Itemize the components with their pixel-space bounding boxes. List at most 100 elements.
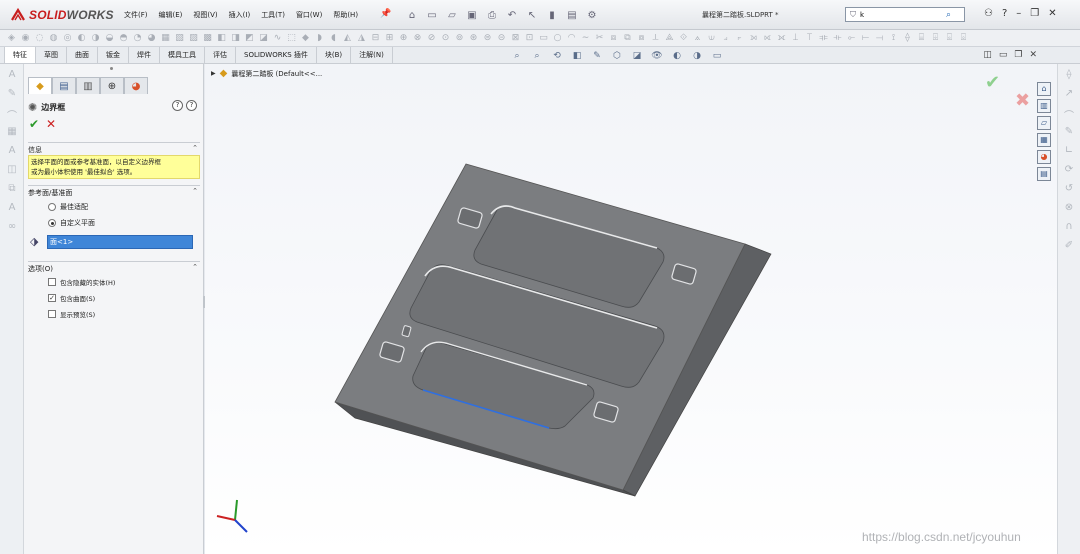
parting-line-icon[interactable]: ⟛ xyxy=(832,33,843,44)
draft-icon[interactable]: ▨ xyxy=(188,33,199,44)
rectangle-icon[interactable]: ▭ xyxy=(538,33,549,44)
view-palette-icon[interactable]: ▦ xyxy=(1037,133,1051,147)
thickness-icon[interactable]: ⟜ xyxy=(846,33,857,44)
tab-mold-tools[interactable]: 模具工具 xyxy=(160,47,205,63)
draft-analysis-icon[interactable]: ⟙ xyxy=(804,33,815,44)
minimize-icon[interactable]: – xyxy=(1016,8,1021,19)
combine-icon[interactable]: ⊕ xyxy=(398,33,409,44)
loft-cut-icon[interactable]: ◔ xyxy=(132,33,143,44)
geometry-analysis-icon[interactable]: ⟟ xyxy=(888,33,899,44)
restore-icon[interactable]: ❐ xyxy=(1030,8,1039,19)
menu-edit[interactable]: 编辑(E) xyxy=(159,10,183,20)
freeform-icon[interactable]: ⊛ xyxy=(468,33,479,44)
whats-wrong-icon[interactable]: ? xyxy=(172,100,183,111)
rail-table-icon[interactable]: ▦ xyxy=(5,126,19,140)
display-states-icon[interactable]: ⌺ xyxy=(944,33,955,44)
apply-scene-icon[interactable]: ◑ xyxy=(690,50,704,62)
fillet-icon[interactable]: ◕ xyxy=(146,33,157,44)
chamfer-icon[interactable]: ◆ xyxy=(300,33,311,44)
right-rail-icon-4[interactable]: ✎ xyxy=(1062,126,1076,140)
panel-grip-icon[interactable] xyxy=(110,67,113,70)
photoview-icon[interactable]: ⌻ xyxy=(958,33,969,44)
viewport-restore-icon[interactable]: ❐ xyxy=(1014,50,1022,60)
viewport-minimize-icon[interactable]: ▭ xyxy=(999,50,1008,60)
reference-section-header[interactable]: 参考面/基准面 ⌃ xyxy=(28,185,200,197)
trim-icon[interactable]: ✂ xyxy=(594,33,605,44)
circle-icon[interactable]: ○ xyxy=(552,33,563,44)
display-delete-icon[interactable]: ⟒ xyxy=(706,33,717,44)
design-library-icon[interactable]: ▥ xyxy=(1037,99,1051,113)
options-gear-icon[interactable]: ⚙ xyxy=(584,7,600,23)
include-surfaces-checkbox[interactable]: ✓ 包含曲面(S) xyxy=(48,293,95,303)
menu-tools[interactable]: 工具(T) xyxy=(261,10,285,20)
select-icon[interactable]: ↖ xyxy=(524,7,540,23)
file-explorer-icon[interactable]: ▱ xyxy=(1037,116,1051,130)
tab-annotations[interactable]: 注解(N) xyxy=(351,47,393,63)
cancel-button[interactable]: ✕ xyxy=(46,117,56,131)
view-orientation-icon[interactable]: ⬡ xyxy=(610,50,624,62)
print-icon[interactable]: ⎙ xyxy=(484,7,500,23)
menu-view[interactable]: 视图(V) xyxy=(193,10,217,20)
options-section-header[interactable]: 选项(O) ⌃ xyxy=(28,261,200,273)
appearances-icon[interactable]: ◕ xyxy=(1037,150,1051,164)
custom-properties-icon[interactable]: ▤ xyxy=(1037,167,1051,181)
instant3d-icon[interactable]: ⬚ xyxy=(286,33,297,44)
mass-properties-icon[interactable]: ⟔ xyxy=(734,33,745,44)
curves-icon[interactable]: ∿ xyxy=(272,33,283,44)
import-diagnostics-icon[interactable]: ⟠ xyxy=(902,33,913,44)
undercut-icon[interactable]: ⟚ xyxy=(818,33,829,44)
close-icon[interactable]: ✕ xyxy=(1048,8,1056,19)
rib-icon[interactable]: ▧ xyxy=(174,33,185,44)
pin-icon[interactable]: 📌 xyxy=(380,9,391,19)
previous-view-icon[interactable]: ⟲ xyxy=(550,50,564,62)
measure-icon[interactable]: ⟓ xyxy=(720,33,731,44)
section-view-icon[interactable]: ◧ xyxy=(570,50,584,62)
revolve-cut-icon[interactable]: ◒ xyxy=(104,33,115,44)
thicken-icon[interactable]: ⊙ xyxy=(440,33,451,44)
viewport-tile-icon[interactable]: ◫ xyxy=(983,50,992,60)
check-icon[interactable]: ⟞ xyxy=(874,33,885,44)
right-rail-icon-1[interactable]: ⟠ xyxy=(1062,69,1076,83)
checkbox-unchecked[interactable] xyxy=(48,310,56,318)
solidworks-resources-icon[interactable]: ⌂ xyxy=(1037,82,1051,96)
mirror-icon[interactable]: ◩ xyxy=(244,33,255,44)
right-rail-icon-9[interactable]: ∩ xyxy=(1062,221,1076,235)
file-properties-icon[interactable]: ▤ xyxy=(564,7,580,23)
relations-icon[interactable]: ⟂ xyxy=(650,33,661,44)
mirror-entities-icon[interactable]: ⧉ xyxy=(622,33,633,44)
scale-icon[interactable]: ⊘ xyxy=(426,33,437,44)
checkbox-checked-icon[interactable]: ✓ xyxy=(48,294,56,302)
sweep-cut-icon[interactable]: ◓ xyxy=(118,33,129,44)
dynamic-annotation-icon[interactable]: ✎ xyxy=(590,50,604,62)
solidworks-logo[interactable]: SOLIDWORKS xyxy=(10,7,114,23)
tab-weldments[interactable]: 焊件 xyxy=(129,47,160,63)
rapid-sketch-icon[interactable]: ⟐ xyxy=(678,33,689,44)
home-icon[interactable]: ⌂ xyxy=(404,7,420,23)
rail-link-icon[interactable]: ∞ xyxy=(5,221,19,235)
custom-plane-radio[interactable]: 自定义平面 xyxy=(48,218,95,228)
open-folder-icon[interactable]: ▱ xyxy=(444,7,460,23)
delete-body-icon[interactable]: ⊗ xyxy=(412,33,423,44)
ok-button[interactable]: ✔ xyxy=(29,117,39,131)
menu-file[interactable]: 文件(F) xyxy=(124,10,148,20)
search-box[interactable]: ⛉ ⌕ xyxy=(845,7,965,22)
curvature-icon[interactable]: ⟗ xyxy=(776,33,787,44)
viewport-close-icon[interactable]: ✕ xyxy=(1029,50,1037,60)
instant2d-icon[interactable]: ⟑ xyxy=(692,33,703,44)
offset-icon[interactable]: ⧈ xyxy=(608,33,619,44)
fillet-xpert-icon[interactable]: ⊜ xyxy=(482,33,493,44)
revolve-boss-icon[interactable]: ◉ xyxy=(20,33,31,44)
feature-manager-tab-icon[interactable]: ◆ xyxy=(28,77,52,94)
menu-window[interactable]: 窗口(W) xyxy=(296,10,322,20)
display-style-icon[interactable]: ◪ xyxy=(630,50,644,62)
sensor-icon[interactable]: ⟖ xyxy=(762,33,773,44)
show-preview-checkbox[interactable]: 显示预览(S) xyxy=(48,309,95,319)
intersect-icon[interactable]: ◨ xyxy=(230,33,241,44)
right-rail-icon-7[interactable]: ↺ xyxy=(1062,183,1076,197)
indent-icon[interactable]: ◮ xyxy=(356,33,367,44)
shell-icon[interactable]: ▩ xyxy=(202,33,213,44)
user-icon[interactable]: ⚇ xyxy=(984,8,993,19)
ruler-icon[interactable]: ⌸ xyxy=(916,33,927,44)
tab-features[interactable]: 特征 xyxy=(4,47,36,63)
right-rail-icon-5[interactable]: ∟ xyxy=(1062,145,1076,159)
